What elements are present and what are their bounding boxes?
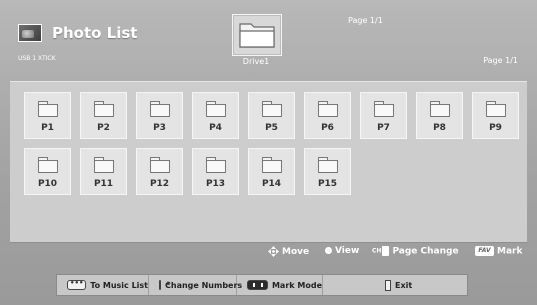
folder-icon [206,157,226,173]
folder-icon [150,157,170,173]
page-indicator-right: Page 1/1 [483,56,518,65]
view-hint: View [325,246,359,256]
folder-label: P7 [377,123,390,133]
folder-label: P10 [37,179,58,189]
folder-tile[interactable]: P14 [248,148,295,195]
mark-hint-label: Mark [497,246,523,257]
folder-grid: P1 P2 P3 P4 P5 P6 P7 P8 P9 P10 P11 P12 P… [10,81,527,243]
folder-label: P12 [149,179,170,189]
folder-icon [374,101,394,117]
to-music-list-button[interactable]: To Music List [57,275,149,295]
mark-hint: FAV Mark [475,246,522,257]
channel-button-icon: CH [372,246,390,256]
folder-tile[interactable]: P3 [136,92,183,139]
photo-list-screen: Photo List USB 1 XTICK Drive1 Page 1/1 P… [0,0,537,305]
fav-button-icon: FAV [475,246,494,256]
exit-label: Exit [395,280,413,290]
folder-tile[interactable]: P4 [192,92,239,139]
ok-button-icon [325,247,332,254]
folder-icon [38,101,58,117]
folder-tile[interactable]: P2 [80,92,127,139]
view-hint-label: View [335,246,360,256]
folder-label: P9 [489,123,502,133]
device-label: USB 1 XTICK [18,55,56,62]
folder-tile[interactable]: P5 [248,92,295,139]
mark-mode-label: Mark Mode [271,280,322,290]
folder-label: P4 [209,123,222,133]
folder-label: P1 [41,123,54,133]
four-way-arrow-icon [268,246,279,257]
exit-button-icon [385,279,391,291]
folder-tile[interactable]: P9 [472,92,519,139]
hint-bar: Move View CH Page Change FAV Mark [0,246,527,260]
folder-tile[interactable]: P11 [80,148,127,195]
to-music-list-label: To Music List [90,280,148,290]
drive-folder-icon[interactable] [232,14,282,56]
folder-tile[interactable]: P13 [192,148,239,195]
folder-icon [430,101,450,117]
page-indicator-top: Page 1/1 [348,16,383,25]
exit-button[interactable]: Exit [323,275,467,295]
folder-label: P14 [261,179,282,189]
folder-label: P13 [205,179,226,189]
folder-tile[interactable]: P10 [24,148,71,195]
folder-label: P15 [317,179,338,189]
change-numbers-button[interactable]: Change Numbers [149,275,242,295]
folder-label: P6 [321,123,334,133]
folder-icon [318,101,338,117]
folder-icon [318,157,338,173]
folder-icon [94,157,114,173]
folder-icon [150,101,170,117]
page-title: Photo List [52,24,138,42]
folder-icon [486,101,506,117]
move-hint-label: Move [282,247,310,257]
channel-prefix: CH [372,247,382,255]
folder-icon [206,101,226,117]
folder-label: P3 [153,123,166,133]
page-change-hint: CH Page Change [372,246,459,257]
folder-tile[interactable]: P12 [136,148,183,195]
folder-icon [262,101,282,117]
folder-tile[interactable]: P8 [416,92,463,139]
folder-label: P8 [433,123,446,133]
photo-list-icon [18,24,42,42]
move-hint: Move [268,246,309,257]
folder-label: P5 [265,123,278,133]
grid-button-icon [247,280,268,290]
function-bar: To Music List Change Numbers Mark Mode E… [56,274,468,296]
remote-button-icon [67,279,87,290]
folder-label: P11 [93,179,114,189]
folder-tile[interactable]: P6 [304,92,351,139]
folder-tile[interactable]: P1 [24,92,71,139]
arrow-button-icon [159,278,170,290]
change-numbers-label: Change Numbers [165,280,243,290]
mark-mode-button[interactable]: Mark Mode [237,275,323,295]
folder-tile[interactable]: P15 [304,148,351,195]
folder-tile[interactable]: P7 [360,92,407,139]
folder-label: P2 [97,123,110,133]
folder-icon [94,101,114,117]
drive-label: Drive1 [242,57,270,66]
page-change-hint-label: Page Change [392,246,459,257]
folder-icon [262,157,282,173]
folder-icon [38,157,58,173]
